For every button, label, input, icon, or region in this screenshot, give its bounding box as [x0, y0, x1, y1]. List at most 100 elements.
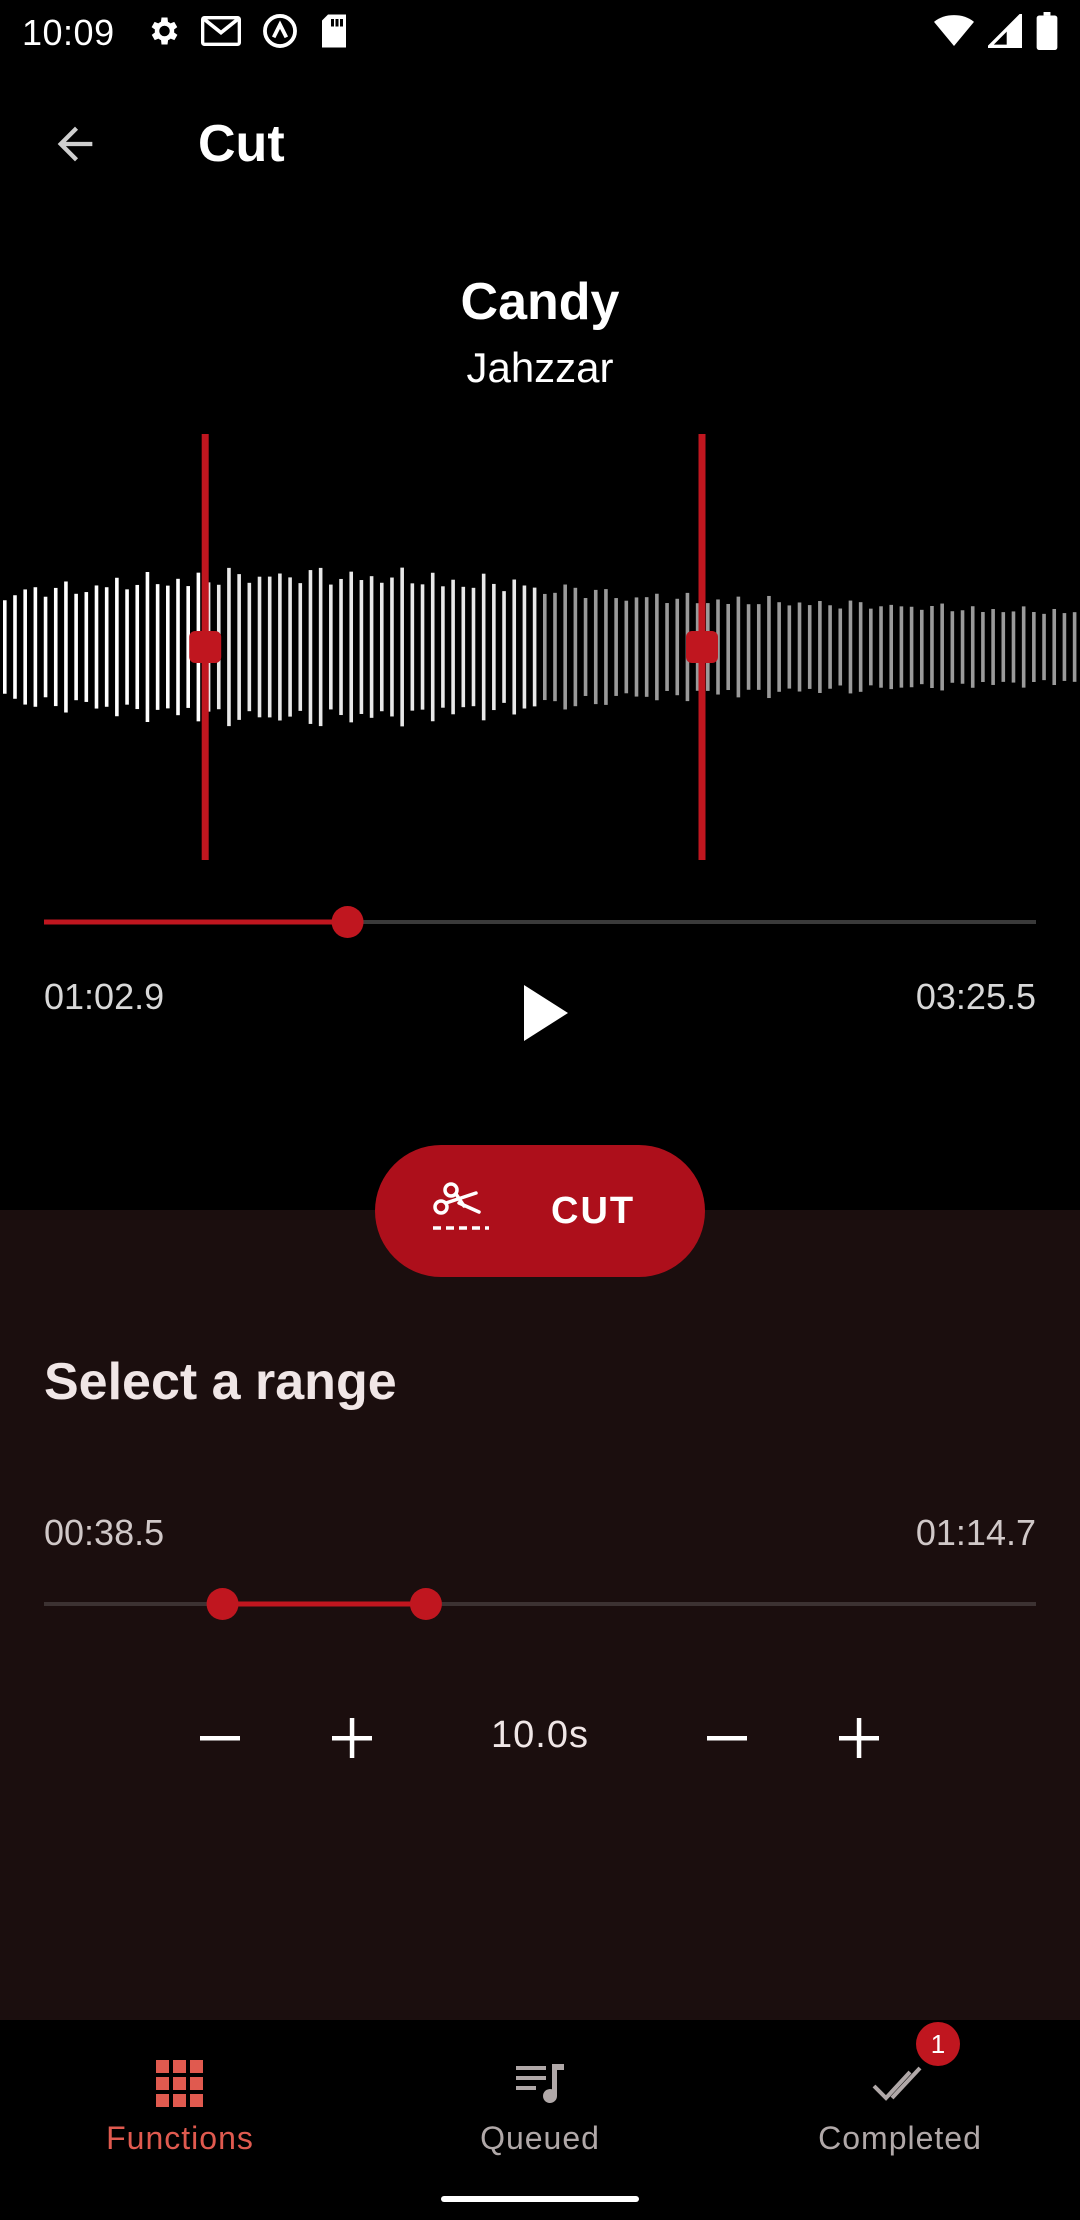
signal-icon: [985, 11, 1022, 53]
waveform-bar: [624, 600, 629, 694]
waveform-bar: [767, 595, 771, 699]
waveform-bar: [461, 586, 466, 708]
end-increase-button[interactable]: [827, 1708, 891, 1772]
waveform-bar: [787, 605, 792, 689]
waveform-bar: [960, 610, 965, 684]
waveform-bar: [644, 597, 649, 697]
waveform-bar: [807, 605, 812, 689]
waveform-bar: [950, 611, 955, 683]
range-fill: [222, 1601, 426, 1607]
waveform-bar: [84, 592, 89, 702]
waveform-bar: [909, 606, 914, 688]
start-decrease-button[interactable]: [188, 1708, 252, 1772]
range-slider[interactable]: [44, 1582, 1036, 1626]
nav-functions[interactable]: Functions: [0, 2020, 360, 2180]
waveform-bar: [1011, 611, 1016, 683]
waveform-bar: [1062, 613, 1067, 681]
grid-icon: [150, 2054, 210, 2114]
waveform-bar: [726, 603, 730, 691]
waveform-bar: [634, 597, 639, 697]
range-end-time: 01:14.7: [915, 1512, 1036, 1553]
cut-scissors-icon: [431, 1181, 491, 1242]
waveform-bar: [481, 573, 486, 721]
waveform-bar: [930, 605, 934, 689]
waveform-bar: [492, 583, 496, 711]
waveform-bar: [115, 577, 119, 717]
waveform-bar: [756, 604, 761, 690]
minus-icon: [198, 1716, 242, 1765]
waveform-bar: [522, 585, 527, 709]
waveform-bar: [176, 578, 180, 716]
waveform-bar: [308, 570, 313, 724]
waveform-bar: [512, 579, 517, 715]
waveform-bar: [563, 584, 567, 710]
waveform-bar: [53, 587, 58, 707]
track-artist: Jahzzar: [466, 344, 614, 391]
waveform-bar: [1021, 606, 1026, 688]
app-bar: Cut: [0, 86, 1080, 206]
cut-button-label: CUT: [551, 1189, 636, 1232]
nav-completed[interactable]: 1 Completed: [720, 2020, 1080, 2180]
waveform-bar: [247, 582, 252, 712]
playback-seekbar[interactable]: [44, 900, 1036, 944]
range-start-time: 00:38.5: [44, 1512, 165, 1553]
waveform-bar: [267, 576, 272, 718]
waveform-editor[interactable]: [0, 432, 1080, 862]
waveform-bar: [318, 567, 323, 727]
plus-icon: [330, 1716, 374, 1765]
waveform-bar: [532, 587, 537, 707]
page-title: Cut: [198, 115, 285, 173]
waveform-bar: [858, 602, 863, 692]
completed-badge: 1: [916, 2022, 960, 2066]
waveform-bar: [869, 608, 873, 686]
waveform-bar: [879, 606, 883, 688]
waveform-bar: [145, 571, 150, 723]
back-button[interactable]: [40, 111, 110, 181]
waveform-bar: [940, 603, 944, 691]
waveform-bar: [400, 567, 404, 727]
end-decrease-button[interactable]: [695, 1708, 759, 1772]
seekbar-thumb: [331, 906, 364, 938]
sd-card-icon: [319, 13, 349, 54]
waveform-bar: [736, 596, 741, 698]
waveform-bar: [593, 589, 598, 705]
play-button[interactable]: [500, 960, 590, 1070]
seekbar-fill: [44, 919, 348, 925]
waveform-bar: [991, 609, 995, 685]
queue-music-icon: [510, 2054, 570, 2114]
waveform-bar: [420, 584, 425, 710]
waveform-bar: [675, 598, 680, 696]
range-end-thumb: [409, 1588, 442, 1620]
waveform-bar: [430, 572, 435, 722]
waveform-bar: [471, 587, 476, 707]
start-increase-button[interactable]: [320, 1708, 384, 1772]
waveform-bar: [278, 573, 282, 721]
done-all-icon: [870, 2054, 930, 2114]
waveform-bar: [257, 576, 262, 718]
waveform-bar: [359, 580, 364, 714]
waveform-bar: [166, 585, 170, 709]
arrow-back-icon: [49, 118, 101, 175]
range-title: Select a range: [44, 1353, 397, 1411]
waveform-bar: [665, 603, 669, 691]
waveform-bar: [970, 606, 975, 688]
waveform-bar: [441, 586, 445, 708]
waveform-bar: [237, 574, 241, 720]
plus-icon: [837, 1716, 881, 1765]
waveform-bar: [1052, 608, 1057, 686]
waveform-bar: [74, 593, 78, 701]
settings-icon: [145, 13, 181, 54]
vpn-icon: [261, 12, 299, 55]
waveform-bar: [94, 585, 99, 709]
waveform-bar: [981, 611, 985, 683]
battery-icon: [1036, 11, 1058, 55]
waveform-bar: [1042, 613, 1046, 681]
waveform-bar: [573, 587, 578, 707]
range-track: [44, 1602, 1036, 1606]
selection-end-handle: [686, 631, 718, 663]
waveform-bar: [298, 583, 303, 711]
waveform-bar: [125, 589, 129, 705]
waveform-bar: [339, 578, 343, 716]
cut-button[interactable]: CUT: [375, 1145, 705, 1277]
nav-queued[interactable]: Queued: [360, 2020, 720, 2180]
